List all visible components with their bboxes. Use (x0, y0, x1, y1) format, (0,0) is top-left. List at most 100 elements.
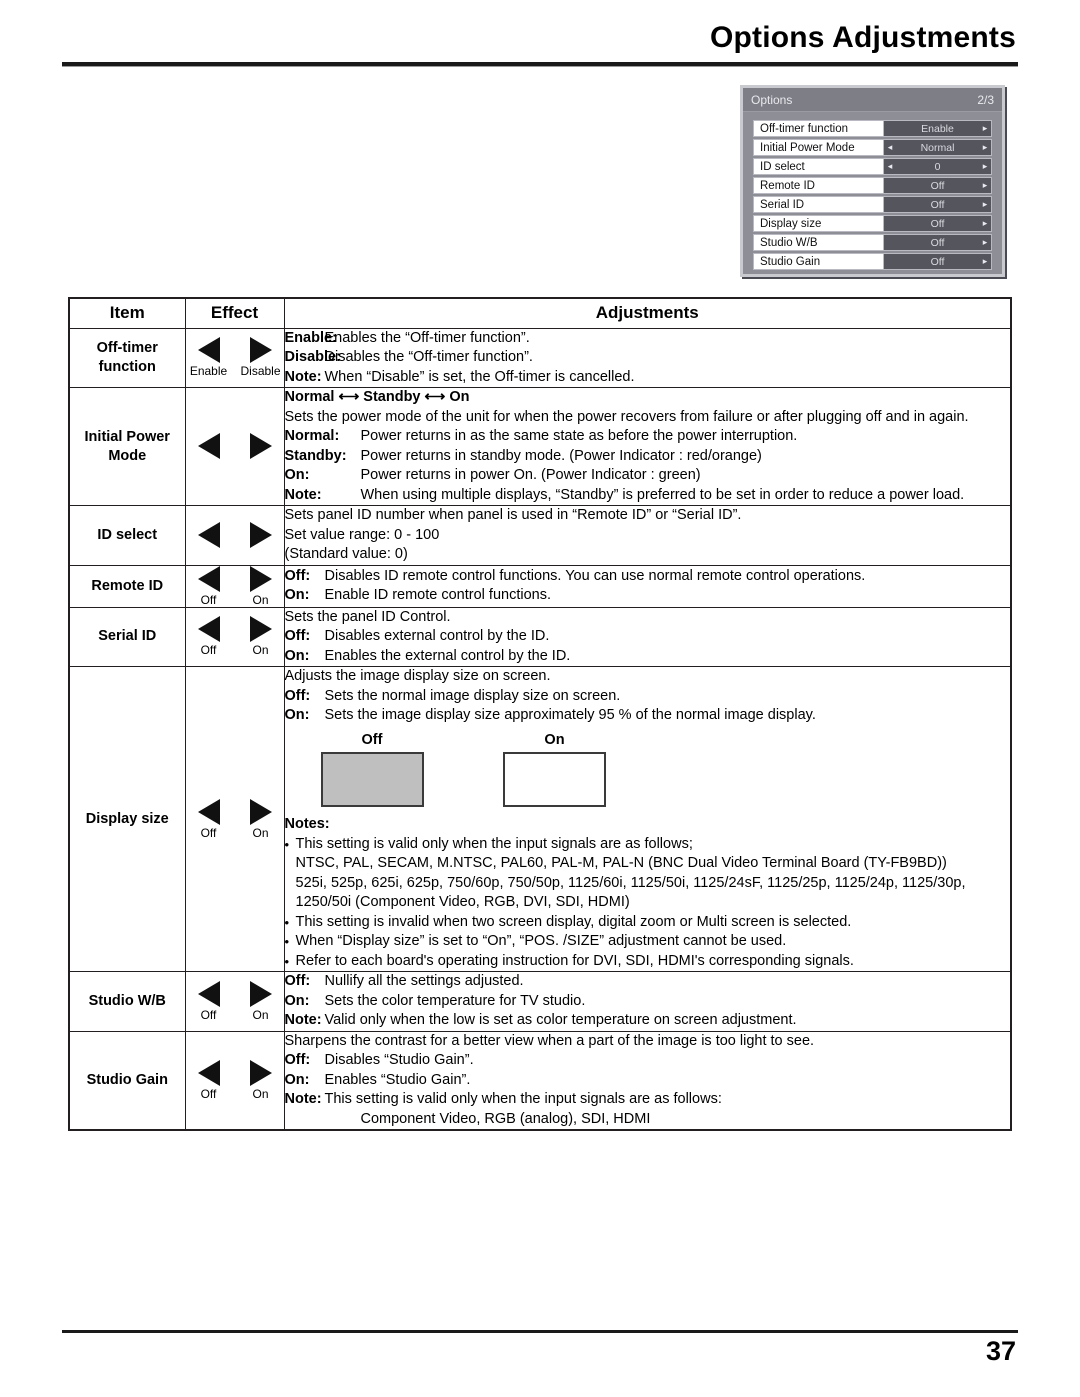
row-effect-control: Off On (184, 971, 285, 1032)
left-arrow-unit[interactable]: Off (190, 980, 228, 1022)
right-arrow-icon[interactable] (249, 1059, 272, 1086)
effect-arrow-pair: Off On (186, 616, 284, 657)
column-header-item: Item (68, 297, 186, 329)
definition-term: Note: (284, 486, 322, 503)
definition-desc: This setting is valid only when the inpu… (324, 1091, 722, 1107)
diagram-boxes (285, 752, 1011, 807)
osd-right-arrow-icon[interactable]: ▸ (979, 238, 991, 247)
table-row-serial-id: Serial ID Off On Sets the panel ID Contr… (68, 606, 1012, 667)
osd-value-control[interactable]: Off ▸ (883, 254, 991, 269)
right-arrow-caption: On (252, 643, 269, 658)
left-arrow-icon[interactable] (197, 616, 220, 643)
left-arrow-unit[interactable]: Off (190, 798, 228, 840)
page-number: 37 (985, 1336, 1016, 1366)
osd-value-control[interactable]: Off ▸ (883, 197, 991, 212)
right-arrow-unit[interactable]: On (242, 1059, 280, 1101)
osd-left-arrow-icon[interactable]: ◂ (884, 143, 896, 152)
row-adjustments-text: Off: Disables ID remote control function… (283, 564, 1012, 608)
left-arrow-unit[interactable]: Enable (190, 337, 228, 378)
right-arrow-unit[interactable]: On (242, 980, 280, 1022)
right-arrow-icon[interactable] (249, 565, 272, 592)
osd-row-off-timer-function[interactable]: Off-timer function Enable ▸ (753, 120, 992, 137)
definition-term: On: (284, 707, 310, 723)
left-arrow-unit[interactable] (190, 521, 228, 549)
osd-value-control[interactable]: Off ▸ (883, 216, 991, 231)
right-arrow-unit[interactable]: On (242, 798, 280, 840)
left-arrow-unit[interactable] (190, 433, 228, 460)
osd-right-arrow-icon[interactable]: ▸ (979, 200, 991, 209)
osd-titlebar: Options 2/3 (743, 88, 1002, 112)
osd-value-control[interactable]: Off ▸ (883, 235, 991, 250)
osd-right-arrow-icon[interactable]: ▸ (979, 124, 991, 133)
osd-row-studio-gain[interactable]: Studio Gain Off ▸ (753, 253, 992, 270)
osd-right-arrow-icon[interactable]: ▸ (979, 257, 991, 266)
osd-left-arrow-icon[interactable]: ◂ (884, 162, 896, 171)
table-row-remote-id: Remote ID Off On Off: Disables ID remote… (68, 564, 1012, 608)
osd-row-studio-wb[interactable]: Studio W/B Off ▸ (753, 234, 992, 251)
left-arrow-unit[interactable]: Off (190, 1059, 228, 1101)
definition-term: Normal: (284, 428, 340, 444)
table-row-studio-wb: Studio W/B Off On Off: Nullify all the s… (68, 971, 1012, 1032)
left-arrow-icon[interactable] (197, 521, 220, 548)
definition-desc: Sets the image display size approximatel… (324, 707, 816, 723)
right-arrow-unit[interactable] (242, 433, 280, 460)
definition-line: On: Enable ID remote control functions. (285, 586, 1011, 606)
right-arrow-unit[interactable] (242, 521, 280, 549)
left-arrow-icon[interactable] (197, 1059, 220, 1086)
right-arrow-unit[interactable]: On (242, 565, 280, 607)
left-arrow-unit[interactable]: Off (190, 565, 228, 607)
osd-row-remote-id[interactable]: Remote ID Off ▸ (753, 177, 992, 194)
osd-options-menu: Options 2/3 Off-timer function Enable ▸ … (740, 85, 1005, 277)
definition-desc: When “Disable” is set, the Off-timer is … (324, 368, 635, 385)
definition-desc: Disables “Studio Gain”. (324, 1052, 474, 1068)
osd-value-text: Off (930, 198, 945, 211)
intro-line: Sets the panel ID Control. (284, 608, 451, 625)
osd-right-arrow-icon[interactable]: ▸ (979, 219, 991, 228)
right-arrow-icon[interactable] (249, 980, 272, 1007)
osd-row-display-size[interactable]: Display size Off ▸ (753, 215, 992, 232)
intro-line: Sets the power mode of the unit for when… (284, 408, 969, 425)
left-arrow-icon[interactable] (197, 337, 220, 364)
row-adjustments-text: Adjusts the image display size on screen… (283, 666, 1012, 972)
bullet-icon: • (284, 836, 290, 852)
osd-row-serial-id[interactable]: Serial ID Off ▸ (753, 196, 992, 213)
row-adjustments-text: Sets panel ID number when panel is used … (283, 505, 1012, 566)
osd-row-id-select[interactable]: ID select ◂ 0 ▸ (753, 158, 992, 175)
osd-value-control[interactable]: Enable ▸ (883, 121, 991, 136)
right-arrow-icon[interactable] (249, 798, 272, 825)
right-arrow-icon[interactable] (249, 433, 272, 459)
note-item: • This setting is valid only when the in… (285, 835, 1011, 913)
note-item: • Refer to each board's operating instru… (285, 952, 1011, 972)
left-arrow-icon[interactable] (197, 433, 220, 459)
definition-desc: Enables “Studio Gain”. (324, 1071, 471, 1088)
osd-value-control[interactable]: ◂ 0 ▸ (883, 159, 991, 174)
left-arrow-unit[interactable]: Off (190, 616, 228, 657)
left-arrow-icon[interactable] (197, 980, 220, 1007)
osd-item-list: Off-timer function Enable ▸ Initial Powe… (743, 112, 1002, 276)
osd-row-initial-power-mode[interactable]: Initial Power Mode ◂ Normal ▸ (753, 139, 992, 156)
table-row-display-size: Display size Off On Adjusts the image di… (68, 666, 1012, 972)
osd-right-arrow-icon[interactable]: ▸ (979, 181, 991, 190)
diagram-on-caption: On (544, 731, 565, 748)
osd-menu-title: Options (751, 92, 793, 107)
right-arrow-icon[interactable] (249, 616, 272, 643)
left-arrow-icon[interactable] (197, 565, 220, 592)
right-arrow-icon[interactable] (249, 521, 272, 548)
row-item-label: Serial ID (68, 606, 186, 667)
osd-label: Serial ID (754, 197, 883, 212)
row-adjustments-text: Enable: Enables the “Off-timer function”… (283, 327, 1012, 388)
osd-value-control[interactable]: ◂ Normal ▸ (883, 140, 991, 155)
left-arrow-icon[interactable] (197, 798, 220, 825)
row-adjustments-text: Sets the panel ID Control. Off: Disables… (283, 606, 1012, 667)
definition-desc: Nullify all the settings adjusted. (324, 973, 524, 989)
right-arrow-unit[interactable]: On (242, 616, 280, 657)
osd-value-control[interactable]: Off ▸ (883, 178, 991, 193)
right-arrow-icon[interactable] (249, 337, 272, 364)
definition-line: Note: This setting is valid only when th… (285, 1090, 1011, 1110)
osd-right-arrow-icon[interactable]: ▸ (979, 143, 991, 152)
right-arrow-unit[interactable]: Disable (240, 337, 281, 378)
definition-line: On: Sets the color temperature for TV st… (285, 992, 1011, 1012)
osd-right-arrow-icon[interactable]: ▸ (979, 162, 991, 171)
id-select-line-3: (Standard value: 0) (284, 546, 408, 562)
definition-term: Note: (284, 1091, 322, 1107)
